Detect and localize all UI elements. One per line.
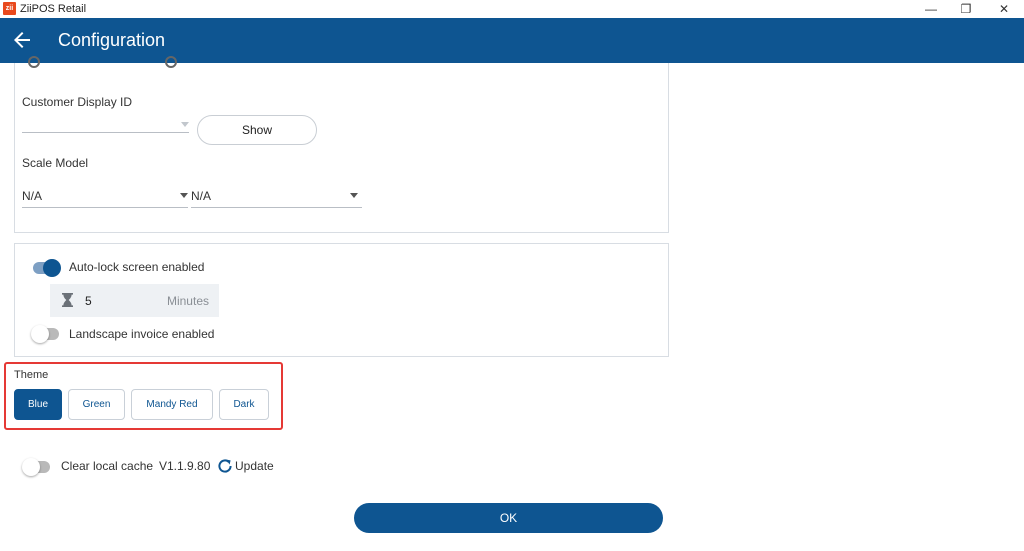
customer-display-label: Customer Display ID xyxy=(22,95,133,109)
theme-dark-button[interactable]: Dark xyxy=(219,389,269,420)
update-link[interactable]: Update xyxy=(235,459,274,473)
device-settings-panel: Customer Display ID Show Scale Model N/A… xyxy=(14,56,669,233)
theme-mandy-red-button[interactable]: Mandy Red xyxy=(131,389,213,420)
restore-button[interactable]: ❐ xyxy=(946,0,986,18)
page-title: Configuration xyxy=(58,30,166,50)
auto-lock-toggle[interactable] xyxy=(33,259,61,277)
auto-lock-minutes-field[interactable]: 5 Minutes xyxy=(50,284,219,317)
clear-cache-label: Clear local cache xyxy=(61,459,154,473)
arrow-left-icon[interactable] xyxy=(10,28,34,52)
chevron-down-icon xyxy=(181,122,189,127)
toggle-knob xyxy=(43,259,61,277)
radio-option-partial[interactable] xyxy=(28,56,40,68)
hourglass-icon xyxy=(62,293,73,307)
theme-blue-button[interactable]: Blue xyxy=(14,389,62,420)
window-title: ZiiPOS Retail xyxy=(20,3,87,15)
minutes-unit: Minutes xyxy=(166,294,209,308)
app-header: Configuration xyxy=(0,18,1024,63)
customer-display-select[interactable] xyxy=(22,115,189,133)
ok-button[interactable]: OK xyxy=(354,503,663,533)
chevron-down-icon xyxy=(180,193,188,198)
theme-label: Theme xyxy=(14,369,49,381)
toggle-knob xyxy=(22,458,40,476)
radio-option-partial[interactable] xyxy=(165,56,177,68)
show-button[interactable]: Show xyxy=(197,115,317,145)
window-titlebar: zii ZiiPOS Retail — ❐ ✕ xyxy=(0,0,1024,18)
auto-lock-label: Auto-lock screen enabled xyxy=(69,260,205,274)
chevron-down-icon xyxy=(350,193,358,198)
clear-cache-toggle[interactable] xyxy=(22,458,50,476)
refresh-icon[interactable] xyxy=(217,458,233,474)
minutes-value: 5 xyxy=(85,294,92,308)
landscape-invoice-label: Landscape invoice enabled xyxy=(69,327,215,341)
landscape-invoice-toggle[interactable] xyxy=(31,325,59,343)
scale-port-select[interactable]: N/A xyxy=(191,187,362,208)
theme-green-button[interactable]: Green xyxy=(68,389,125,420)
screen-settings-panel: Auto-lock screen enabled 5 Minutes Lands… xyxy=(14,243,669,357)
scale-model-label: Scale Model xyxy=(22,156,89,170)
toggle-knob xyxy=(31,325,49,343)
app-version: V1.1.9.80 xyxy=(159,459,211,473)
minimize-button[interactable]: — xyxy=(911,0,951,18)
close-button[interactable]: ✕ xyxy=(984,0,1024,18)
scale-model-select[interactable]: N/A xyxy=(22,187,188,208)
app-logo: zii xyxy=(3,2,16,15)
